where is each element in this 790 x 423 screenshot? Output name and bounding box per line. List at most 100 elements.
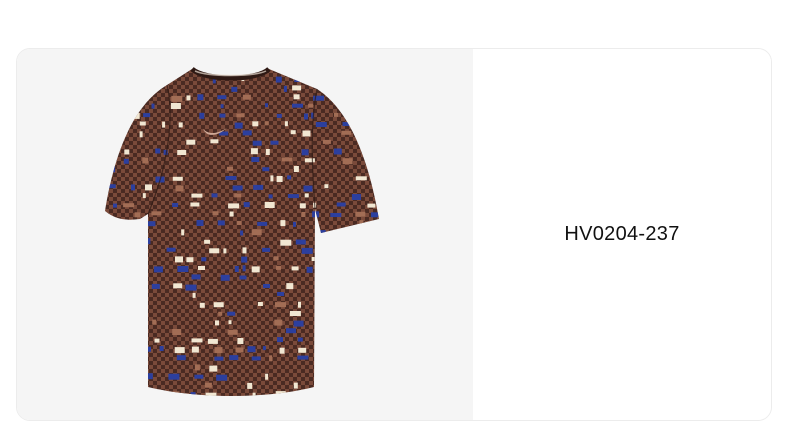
print-mark [218, 311, 223, 316]
print-mark [105, 328, 116, 333]
print-mark [122, 391, 126, 396]
print-mark [172, 176, 183, 181]
print-mark [301, 247, 313, 254]
print-mark [205, 392, 217, 396]
print-mark [177, 266, 189, 272]
print-mark [330, 213, 342, 217]
print-mark [273, 256, 279, 261]
print-mark [368, 320, 376, 326]
print-mark [292, 85, 302, 91]
product-image[interactable] [17, 49, 473, 420]
print-mark [197, 94, 204, 101]
print-mark [304, 158, 315, 163]
print-mark [276, 176, 283, 182]
print-mark [190, 392, 196, 396]
print-mark [372, 86, 376, 90]
print-mark [315, 122, 327, 127]
print-mark [105, 392, 108, 396]
print-mark [134, 112, 140, 119]
print-mark [214, 347, 223, 354]
print-mark [354, 238, 360, 244]
patterned-tshirt-icon [105, 66, 393, 396]
print-mark [377, 148, 379, 155]
print-mark [339, 94, 346, 99]
print-mark [185, 284, 197, 291]
print-mark [166, 247, 176, 252]
print-mark [276, 265, 281, 270]
print-mark [201, 257, 207, 262]
print-mark [199, 112, 205, 119]
print-mark [320, 301, 330, 307]
print-mark [212, 211, 219, 216]
product-card[interactable]: HV0204-237 [16, 48, 772, 421]
print-mark [242, 247, 247, 254]
print-mark [312, 211, 320, 218]
print-mark [348, 265, 359, 271]
print-mark [234, 266, 239, 272]
print-mark [168, 373, 180, 380]
print-mark [225, 176, 237, 180]
print-mark [131, 283, 138, 289]
print-mark [316, 275, 321, 281]
print-mark [304, 113, 308, 120]
print-mark [186, 139, 196, 145]
print-mark [287, 175, 292, 180]
print-mark [352, 292, 356, 299]
print-mark [317, 230, 326, 236]
print-mark [377, 347, 379, 353]
style-code: HV0204-237 [564, 223, 680, 245]
print-mark [371, 212, 378, 218]
print-mark [264, 202, 275, 208]
print-mark [166, 69, 176, 74]
print-mark [191, 274, 201, 280]
print-mark [251, 157, 260, 162]
print-mark [382, 141, 389, 147]
print-mark [247, 382, 253, 389]
print-mark [217, 220, 225, 226]
print-mark [159, 346, 164, 351]
print-mark [277, 292, 285, 296]
print-mark [336, 202, 346, 207]
print-mark [283, 85, 287, 92]
print-mark [287, 194, 299, 199]
print-mark [105, 112, 112, 119]
print-mark [134, 212, 141, 218]
print-mark [227, 166, 233, 171]
print-mark [252, 140, 262, 146]
print-mark [291, 266, 299, 271]
print-mark [367, 203, 376, 208]
print-mark [339, 356, 345, 361]
print-mark [342, 158, 353, 165]
print-mark [234, 193, 242, 198]
print-mark [301, 212, 306, 217]
print-mark [333, 148, 342, 155]
print-mark [134, 94, 141, 99]
print-mark [220, 104, 224, 109]
print-mark [213, 302, 224, 308]
print-mark [328, 69, 334, 73]
print-mark [242, 265, 246, 272]
print-mark [365, 293, 371, 300]
print-mark [342, 69, 349, 74]
print-mark [172, 203, 179, 207]
print-mark [275, 391, 286, 396]
print-mark [382, 310, 393, 316]
print-mark [227, 311, 236, 316]
print-mark [355, 176, 367, 181]
print-mark [142, 157, 149, 164]
print-mark [376, 94, 379, 99]
print-mark [145, 184, 152, 191]
print-mark [199, 302, 205, 308]
print-mark [251, 356, 261, 361]
print-mark [376, 113, 379, 119]
print-mark [294, 77, 301, 82]
print-mark [301, 149, 309, 156]
print-mark [151, 211, 162, 216]
print-mark [151, 283, 160, 289]
print-mark [204, 382, 212, 388]
print-mark [190, 202, 200, 207]
print-mark [232, 185, 243, 191]
print-mark [192, 292, 196, 298]
print-mark [318, 346, 324, 351]
print-mark [276, 113, 282, 118]
